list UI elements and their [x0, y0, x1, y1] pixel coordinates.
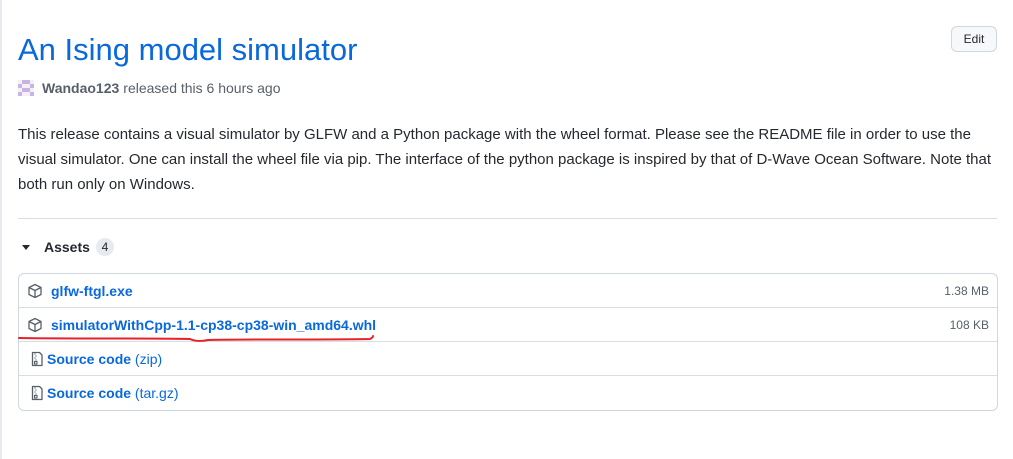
- source-code-zip-link[interactable]: Source code (zip): [47, 351, 162, 367]
- source-label: Source code: [47, 350, 132, 367]
- divider: [18, 218, 997, 219]
- asset-link[interactable]: simulatorWithCpp-1.1-cp38-cp38-win_amd64…: [51, 317, 376, 333]
- file-zip-icon: [31, 351, 43, 366]
- source-ext: (zip): [134, 350, 163, 367]
- release-title[interactable]: An Ising model simulator: [18, 28, 357, 72]
- asset-size: 1.38 MB: [944, 283, 989, 298]
- page-edge: [0, 0, 2, 459]
- file-zip-icon: [31, 385, 43, 400]
- package-icon: [28, 283, 42, 298]
- author-link[interactable]: Wandao123: [42, 80, 119, 96]
- package-icon: [28, 317, 42, 332]
- released-time: released this 6 hours ago: [123, 80, 281, 96]
- asset-row: glfw-ftgl.exe 1.38 MB: [19, 274, 997, 307]
- triangle-down-icon: [22, 244, 30, 250]
- release-meta: Wandao123 released this 6 hours ago: [18, 78, 281, 98]
- source-row: Source code (zip): [19, 341, 997, 375]
- source-ext: (tar.gz): [134, 384, 179, 401]
- assets-toggle[interactable]: Assets 4: [20, 236, 114, 258]
- release-description: This release contains a visual simulator…: [18, 126, 992, 193]
- source-row: Source code (tar.gz): [19, 375, 997, 409]
- release-page: An Ising model simulator Edit Wandao123 …: [0, 0, 1013, 459]
- edit-button[interactable]: Edit: [951, 26, 997, 52]
- assets-label: Assets: [44, 239, 90, 255]
- source-label: Source code: [47, 384, 132, 401]
- asset-size: 108 KB: [949, 317, 989, 332]
- red-underline-annotation: [18, 335, 374, 342]
- source-code-tar-link[interactable]: Source code (tar.gz): [47, 385, 179, 401]
- assets-count-badge: 4: [95, 238, 114, 256]
- avatar[interactable]: [18, 80, 34, 96]
- asset-link[interactable]: glfw-ftgl.exe: [51, 283, 133, 299]
